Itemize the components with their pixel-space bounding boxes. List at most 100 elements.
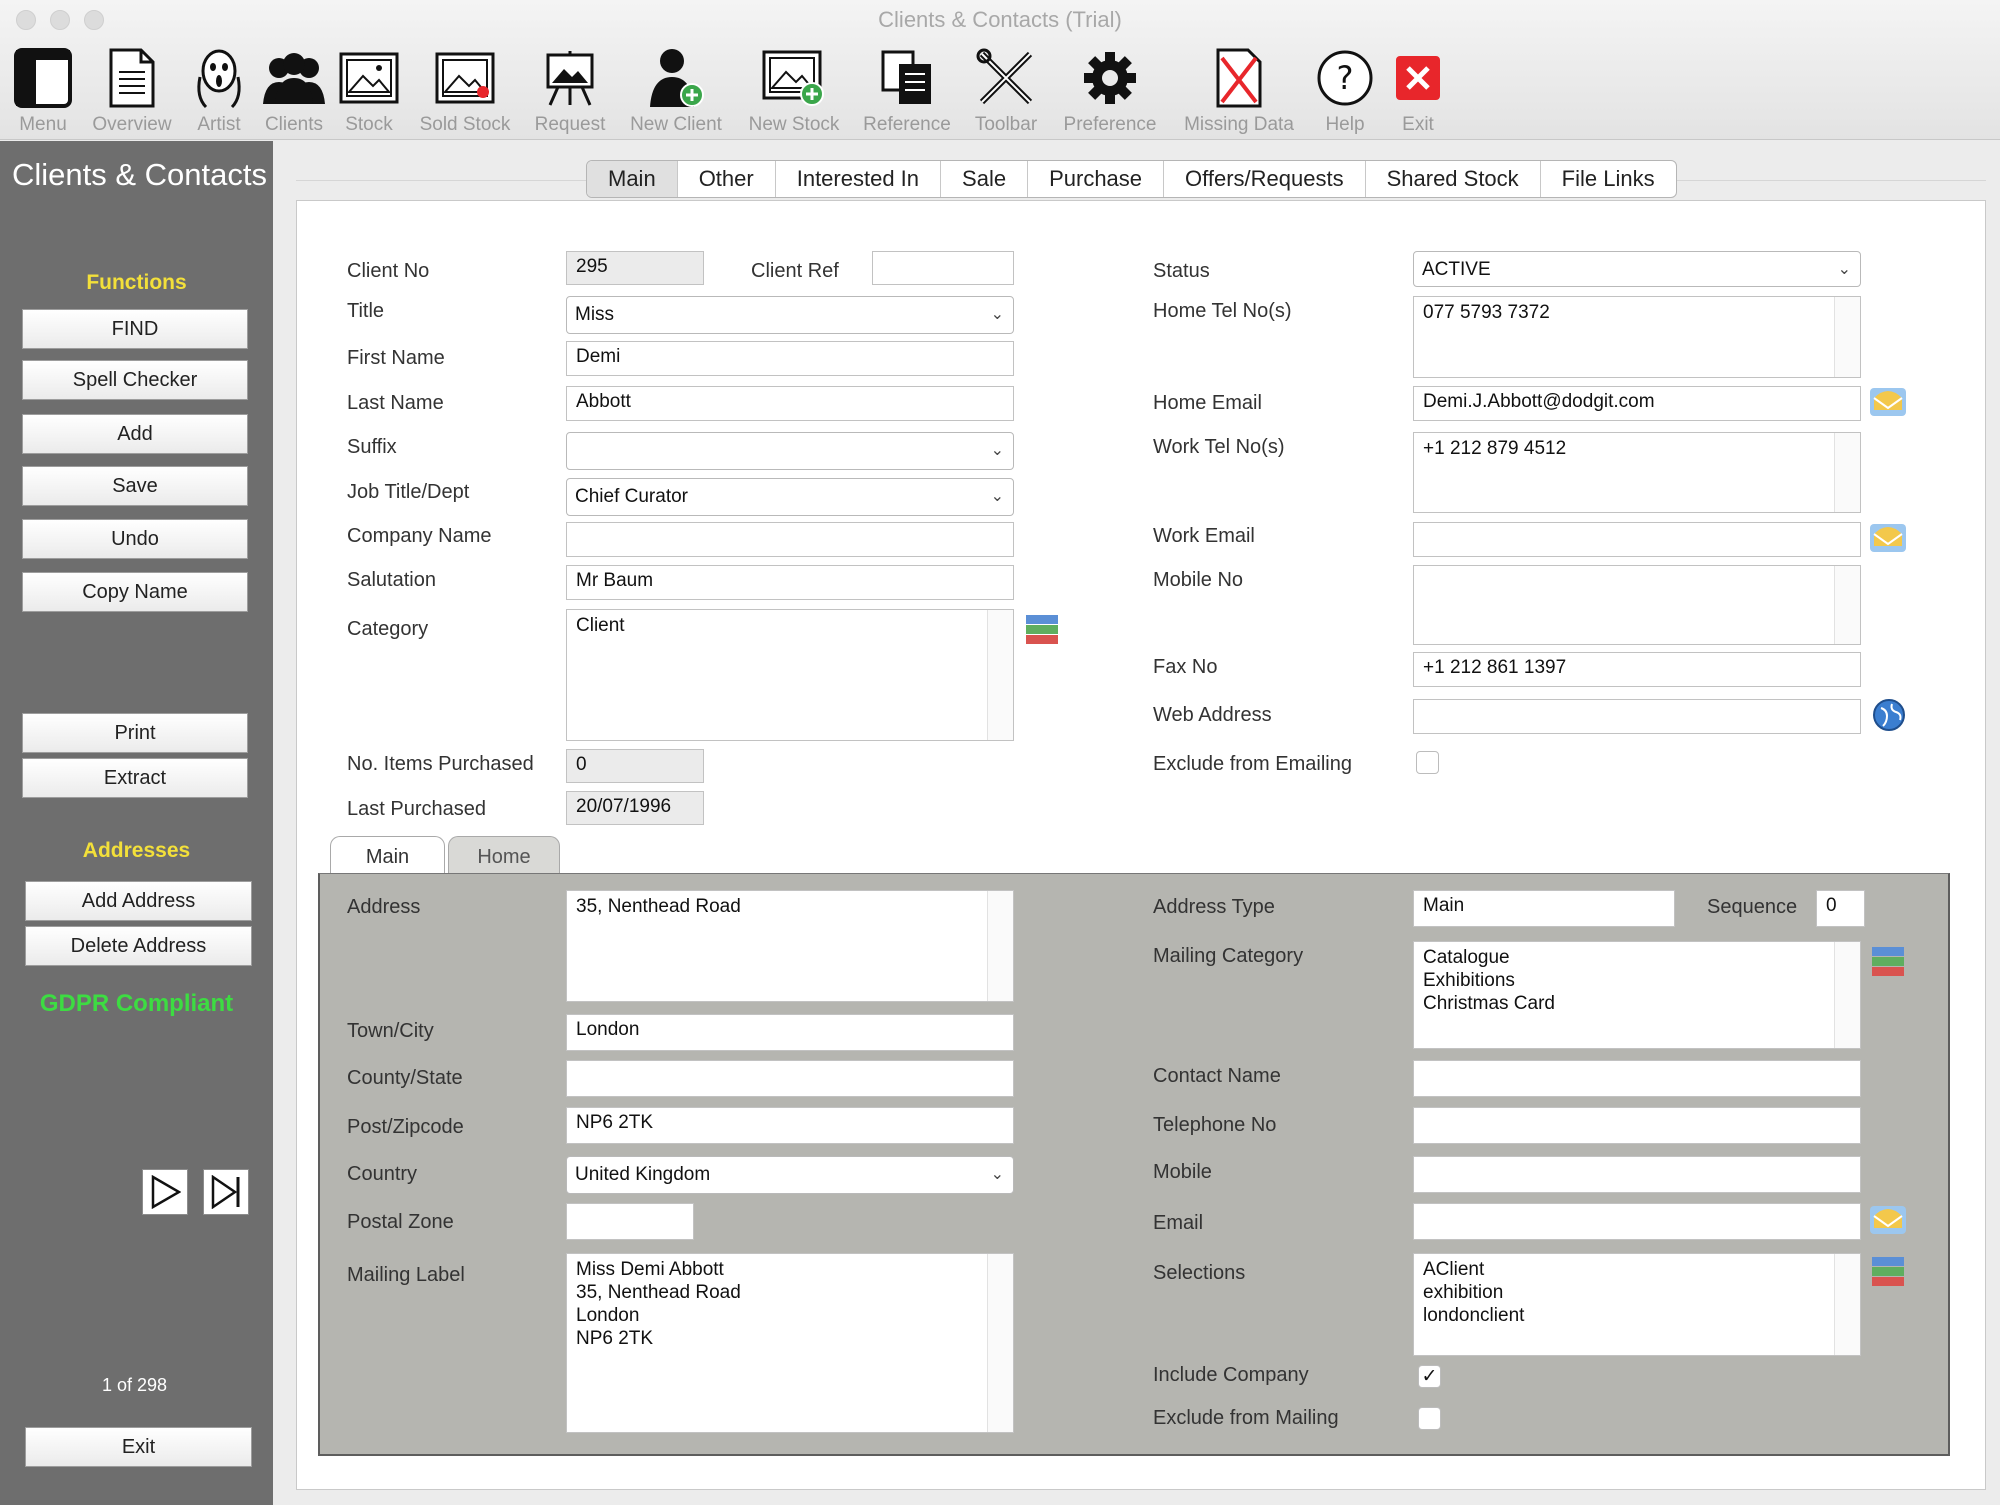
undo-button[interactable]: Undo (22, 519, 248, 559)
job-title-select[interactable]: Chief Curator ⌄ (566, 478, 1014, 516)
client-no-field[interactable]: 295 (566, 251, 704, 285)
category-field[interactable]: Client (566, 609, 1014, 741)
web-address-field[interactable] (1413, 699, 1861, 734)
sidebar-exit-button[interactable]: Exit (25, 1427, 252, 1467)
address-mobile-field[interactable] (1413, 1156, 1861, 1193)
scrollbar[interactable] (1834, 942, 1860, 1048)
address-type-field[interactable]: Main (1413, 890, 1675, 927)
items-purchased-field[interactable]: 0 (566, 749, 704, 783)
tab-shared-stock[interactable]: Shared Stock (1364, 161, 1540, 197)
company-name-field[interactable] (566, 522, 1014, 557)
save-button[interactable]: Save (22, 466, 248, 506)
scrollbar[interactable] (1834, 297, 1860, 377)
category-value: Client (576, 615, 625, 636)
tab-purchase[interactable]: Purchase (1027, 161, 1163, 197)
send-email-icon[interactable] (1869, 1202, 1907, 1238)
selections-field[interactable]: AClient exhibition londonclient (1413, 1253, 1861, 1356)
mailing-label-field[interactable]: Miss Demi Abbott 35, Nenthead Road Londo… (566, 1253, 1014, 1433)
tab-other[interactable]: Other (676, 161, 775, 197)
spell-checker-button[interactable]: Spell Checker (22, 360, 248, 400)
print-button[interactable]: Print (22, 713, 248, 753)
sequence-field[interactable]: 0 (1816, 890, 1865, 927)
last-purchased-field[interactable]: 20/07/1996 (566, 791, 704, 825)
tab-main[interactable]: Main (587, 161, 677, 197)
address-tab-home[interactable]: Home (448, 836, 560, 874)
toolbar-sold-stock-button[interactable]: Sold Stock (410, 42, 520, 136)
address-email-field[interactable] (1413, 1203, 1861, 1240)
country-select[interactable]: United Kingdom ⌄ (566, 1156, 1014, 1194)
toolbar-label: Request (534, 114, 606, 135)
work-tel-field[interactable]: +1 212 879 4512 (1413, 432, 1861, 513)
toolbar-reference-button[interactable]: Reference (856, 42, 958, 136)
telephone-no-field[interactable] (1413, 1107, 1861, 1144)
fax-no-field[interactable]: +1 212 861 1397 (1413, 652, 1861, 687)
toolbar-overview-button[interactable]: Overview (86, 42, 178, 136)
scrollbar[interactable] (987, 891, 1013, 1001)
address-field[interactable]: 35, Nenthead Road (566, 890, 1014, 1002)
tab-offers-requests[interactable]: Offers/Requests (1163, 161, 1365, 197)
category-list-icon[interactable] (1025, 612, 1059, 646)
add-button[interactable]: Add (22, 414, 248, 454)
delete-address-button[interactable]: Delete Address (25, 926, 252, 966)
postcode-field[interactable]: NP6 2TK (566, 1107, 1014, 1144)
last-name-field[interactable]: Abbott (566, 386, 1014, 421)
include-company-checkbox[interactable]: ✓ (1418, 1365, 1441, 1388)
send-email-icon[interactable] (1869, 520, 1907, 556)
suffix-select[interactable]: ⌄ (566, 432, 1014, 470)
home-email-field[interactable]: Demi.J.Abbott@dodgit.com (1413, 386, 1861, 421)
toolbar-help-button[interactable]: ? Help (1312, 42, 1378, 136)
home-tel-field[interactable]: 077 5793 7372 (1413, 296, 1861, 378)
first-name-field[interactable]: Demi (566, 341, 1014, 376)
scrollbar[interactable] (987, 610, 1013, 740)
status-select[interactable]: ACTIVE ⌄ (1413, 251, 1861, 287)
toolbar-new-stock-button[interactable]: New Stock (740, 42, 848, 136)
toolbar-preference-button[interactable]: Preference (1054, 42, 1166, 136)
postal-zone-field[interactable] (566, 1203, 694, 1240)
address-tab-main[interactable]: Main (330, 836, 445, 874)
toolbar-toolbar-button[interactable]: Toolbar (966, 42, 1046, 136)
toolbar-menu-button[interactable]: Menu (10, 42, 76, 136)
country-label: Country (347, 1163, 418, 1185)
company-name-label: Company Name (347, 525, 492, 547)
skip-to-end-icon (211, 1175, 240, 1209)
send-email-icon[interactable] (1869, 384, 1907, 420)
mailing-category-list-icon[interactable] (1871, 944, 1905, 978)
scrollbar[interactable] (1834, 1254, 1860, 1355)
salutation-field[interactable]: Mr Baum (566, 565, 1014, 600)
toolbar-exit-button[interactable]: Exit (1386, 42, 1450, 136)
toolbar-clients-button[interactable]: Clients (258, 42, 330, 136)
scrollbar[interactable] (1834, 433, 1860, 512)
client-ref-field[interactable] (872, 251, 1014, 285)
tab-file-links[interactable]: File Links (1539, 161, 1676, 197)
tab-interested-in[interactable]: Interested In (774, 161, 940, 197)
find-button[interactable]: FIND (22, 309, 248, 349)
include-company-label: Include Company (1153, 1364, 1309, 1386)
first-name-label: First Name (347, 347, 445, 369)
add-address-button[interactable]: Add Address (25, 881, 252, 921)
exclude-emailing-checkbox[interactable] (1416, 751, 1439, 774)
tab-sale[interactable]: Sale (940, 161, 1027, 197)
toolbar-artist-button[interactable]: Artist (188, 42, 250, 136)
contact-name-field[interactable] (1413, 1060, 1861, 1097)
work-email-field[interactable] (1413, 522, 1861, 557)
scrollbar[interactable] (987, 1254, 1013, 1432)
toolbar-new-client-button[interactable]: New Client (620, 42, 732, 136)
selections-list-icon[interactable] (1871, 1254, 1905, 1288)
title-select[interactable]: Miss ⌄ (566, 296, 1014, 334)
toolbar-stock-button[interactable]: Stock (338, 42, 400, 136)
copy-name-button[interactable]: Copy Name (22, 572, 248, 612)
toolbar-request-button[interactable]: Request (528, 42, 612, 136)
next-record-button[interactable] (142, 1169, 188, 1215)
last-record-button[interactable] (203, 1169, 249, 1215)
county-state-field[interactable] (566, 1060, 1014, 1097)
postal-zone-label: Postal Zone (347, 1211, 454, 1233)
town-city-field[interactable]: London (566, 1014, 1014, 1051)
toolbar-missing-data-button[interactable]: Missing Data (1174, 42, 1304, 136)
selections-label: Selections (1153, 1262, 1246, 1284)
mobile-no-field[interactable] (1413, 565, 1861, 645)
scrollbar[interactable] (1834, 566, 1860, 644)
exclude-mailing-checkbox[interactable] (1418, 1407, 1441, 1430)
extract-button[interactable]: Extract (22, 758, 248, 798)
globe-icon[interactable] (1872, 698, 1906, 732)
mailing-category-field[interactable]: Catalogue Exhibitions Christmas Card (1413, 941, 1861, 1049)
